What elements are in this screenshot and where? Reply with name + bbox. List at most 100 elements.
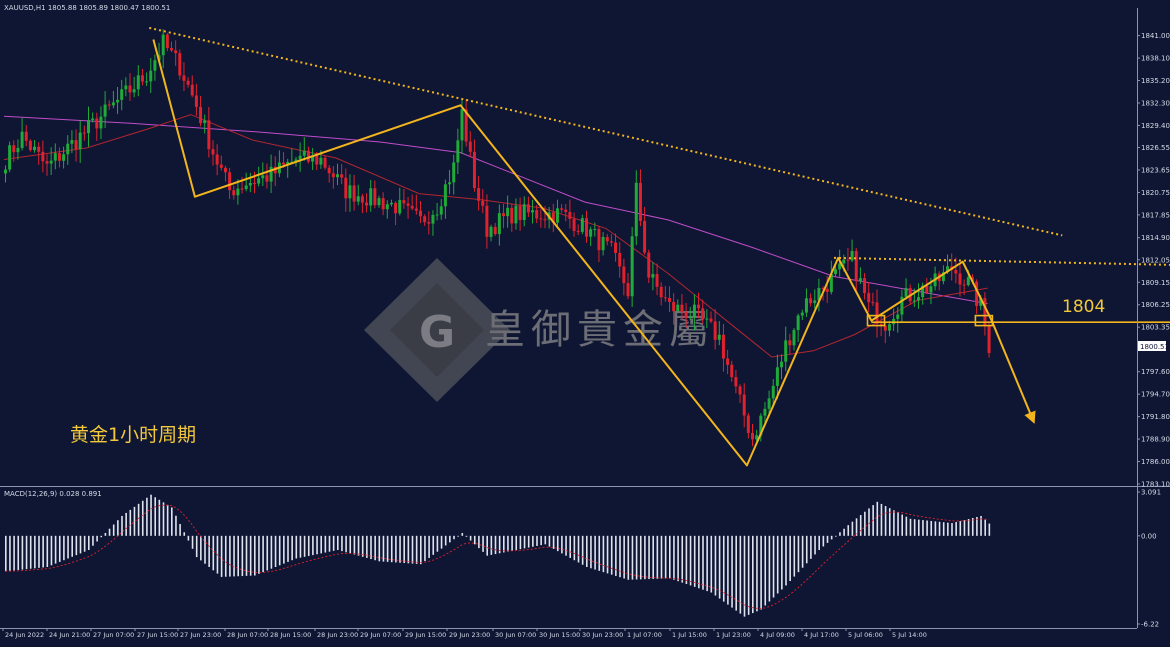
macd-bar <box>938 521 941 536</box>
macd-bar <box>527 535 530 548</box>
macd-bar <box>278 535 281 566</box>
macd-bar <box>162 502 165 536</box>
macd-bar <box>843 528 845 536</box>
macd-bar <box>776 535 779 594</box>
macd-bar <box>25 535 28 570</box>
macd-bar <box>478 535 480 549</box>
macd-bar <box>851 521 854 536</box>
macd-bar <box>893 510 895 536</box>
macd-bar <box>100 535 103 538</box>
macd-bar <box>598 535 601 571</box>
macd-bar <box>677 535 679 582</box>
candle <box>28 139 32 152</box>
macd-bar <box>967 519 970 536</box>
macd-bar <box>951 523 953 536</box>
macd-bar <box>395 535 397 563</box>
price-label: 1786.00 <box>1141 458 1170 466</box>
macd-bar <box>830 535 833 540</box>
macd-bar <box>581 535 584 565</box>
ohlc-values: 1805.88 1805.89 1800.47 1800.51 <box>48 4 170 12</box>
macd-bar <box>233 535 235 577</box>
macd-bar <box>262 535 264 573</box>
macd-bar <box>179 524 181 536</box>
macd-bar <box>141 500 144 536</box>
time-label: 29 Jun 07:00 <box>360 631 401 639</box>
price-axis[interactable]: 1841.00 1838.10 1835.20 1832.30 1829.40 1826.… <box>1137 32 1170 489</box>
price-label: 1794.70 <box>1141 391 1170 399</box>
macd-bar <box>17 535 20 570</box>
macd-bar <box>942 522 945 536</box>
macd-bar <box>868 508 870 536</box>
price-label: 1820.75 <box>1141 189 1170 197</box>
macd-bar <box>681 535 684 583</box>
macd-bar <box>590 535 592 569</box>
macd-bar <box>573 535 576 561</box>
macd-bar <box>532 535 534 547</box>
macd-bar <box>486 535 488 556</box>
macd-bar <box>913 519 916 536</box>
macd-bar <box>698 535 700 589</box>
macd-bar <box>818 535 820 550</box>
macd-bar <box>536 535 538 546</box>
macd-bar <box>781 535 783 590</box>
time-label: 30 Jun 15:00 <box>539 631 580 639</box>
support-level-label: 1804 <box>1062 297 1105 317</box>
macd-bar <box>880 503 883 536</box>
macd-bar <box>29 535 32 569</box>
chart-window[interactable]: G 皇御貴金屬 XAUUSD,H1 1805.88 1805.89 1800.4… <box>0 0 1170 643</box>
macd-bar <box>971 517 974 536</box>
macd-bar <box>46 535 49 568</box>
macd-bar <box>38 535 40 568</box>
macd-bar <box>83 535 86 552</box>
macd-bar <box>805 535 808 564</box>
price-label: 1829.40 <box>1141 122 1170 130</box>
macd-bar <box>204 535 206 564</box>
macd-bar <box>548 535 551 547</box>
time-label: 30 Jun 23:00 <box>582 631 623 639</box>
macd-bar <box>449 535 451 543</box>
macd-bar <box>847 525 850 536</box>
macd-bar <box>150 494 152 536</box>
macd-bar <box>258 535 260 574</box>
macd-bar <box>490 535 493 555</box>
time-label: 1 Jul 15:00 <box>672 631 707 639</box>
macd-bar <box>503 535 505 553</box>
macd-bar <box>934 521 937 536</box>
macd-bar <box>760 535 762 610</box>
macd-bar <box>349 535 352 554</box>
price-label: 1797.60 <box>1141 368 1170 376</box>
time-label: 5 Jul 14:00 <box>892 631 927 639</box>
macd-bar <box>810 535 812 559</box>
macd-bar <box>42 535 44 568</box>
macd-axis-label: -6.22 <box>1141 621 1159 629</box>
macd-bar <box>353 535 356 555</box>
macd-bar <box>229 535 231 577</box>
macd-bar <box>507 535 509 552</box>
macd-bar <box>660 535 663 579</box>
macd-bar <box>415 535 418 564</box>
macd-bar <box>963 520 966 536</box>
macd-header: MACD(12,26,9) 0.028 0.891 <box>4 490 102 498</box>
macd-bar <box>432 535 435 555</box>
time-label: 24 Jun 21:00 <box>49 631 90 639</box>
macd-axis-label: 3.091 <box>1141 489 1161 497</box>
macd-bar <box>772 535 775 598</box>
macd-bar <box>602 535 605 573</box>
chart-canvas[interactable]: G 皇御貴金屬 XAUUSD,H1 1805.88 1805.89 1800.4… <box>0 0 1170 643</box>
current-price-value: 1800.51 <box>1140 343 1169 351</box>
macd-bar <box>34 535 36 569</box>
macd-bar <box>764 535 767 606</box>
macd-bar <box>706 535 708 592</box>
macd-bar <box>627 535 630 580</box>
macd-bar <box>656 535 659 579</box>
time-label: 29 Jun 23:00 <box>449 631 490 639</box>
macd-bar <box>556 535 559 552</box>
macd-bar <box>407 535 410 564</box>
current-price-tag: 1800.51 <box>1138 341 1169 351</box>
macd-bar <box>154 497 156 536</box>
macd-bar <box>702 535 704 590</box>
time-label: 24 Jun 2022 <box>5 631 44 639</box>
macd-bar <box>955 522 957 536</box>
macd-bar <box>208 535 210 568</box>
macd-bar <box>332 535 335 551</box>
